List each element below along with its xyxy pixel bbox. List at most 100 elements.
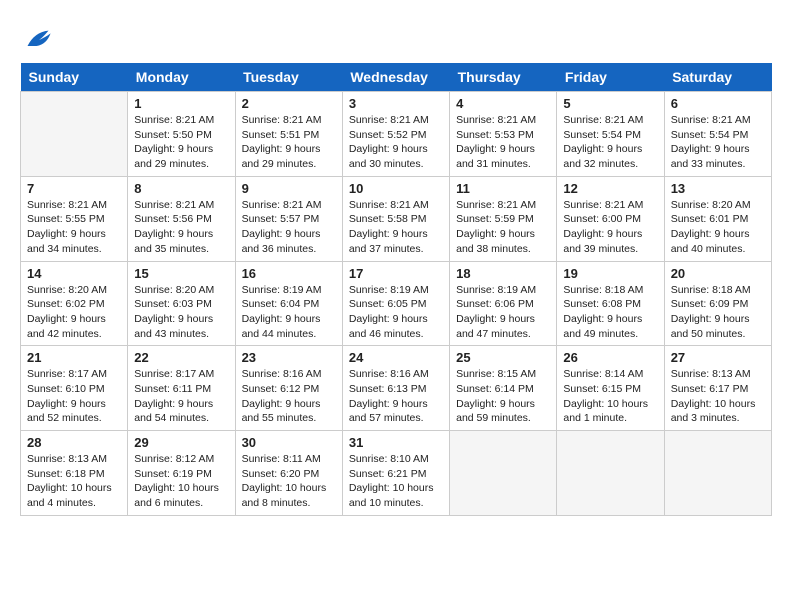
sunset-label: Sunset: 5:57 PM [242,213,320,225]
calendar-cell: 20 Sunrise: 8:18 AMSunset: 6:09 PMDayligh… [664,261,771,346]
calendar-cell: 26Sunrise: 8:14 AMSunset: 6:15 PMDayligh… [557,346,664,431]
sunrise-label: Sunrise: 8:10 AM [349,453,429,465]
day-number: 19 [563,266,657,281]
day-number: 24 [349,350,443,365]
sunset-label: Sunset: 5:52 PM [349,129,427,141]
daylight-label: Daylight: 9 hours and 55 minutes. [242,398,321,425]
daylight-label: Daylight: 10 hours and 1 minute. [563,398,648,425]
cell-content: Sunrise: 8:14 AM Sunset: 6:15 PM Daylight:… [563,367,657,426]
calendar-cell: 2Sunrise: 8:21 AMSunset: 5:51 PMDaylight… [235,92,342,177]
sunrise-label: Sunrise: 8:21 AM [349,199,429,211]
sunset-label: Sunset: 6:04 PM [242,298,320,310]
sunrise-label: Sunrise: 8:13 AM [671,368,751,380]
day-number: 29 [134,435,228,450]
calendar-cell: 17Sunrise: 8:19 AMSunset: 6:05 PMDayligh… [342,261,449,346]
calendar-cell [21,92,128,177]
sunset-label: Sunset: 6:08 PM [563,298,641,310]
day-number: 27 [671,350,765,365]
day-number: 18 [456,266,550,281]
cell-content: Sunrise: 8:21 AMSunset: 5:53 PMDaylight:… [456,113,550,172]
calendar-cell: 1 Sunrise: 8:21 AMSunset: 5:50 PMDaylight… [128,92,235,177]
day-number: 10 [349,181,443,196]
cell-content: Sunrise: 8:21 AMSunset: 5:57 PMDaylight:… [242,198,336,257]
daylight-label: Daylight: 9 hours and 49 minutes. [563,313,642,340]
daylight-label: Daylight: 9 hours and 35 minutes. [134,228,213,255]
calendar-cell: 3Sunrise: 8:21 AMSunset: 5:52 PMDaylight… [342,92,449,177]
sunrise-label: Sunrise: 8:21 AM [563,199,643,211]
calendar-cell: 14Sunrise: 8:20 AMSunset: 6:02 PMDayligh… [21,261,128,346]
day-number: 5 [563,96,657,111]
day-number: 16 [242,266,336,281]
daylight-label: Daylight: 9 hours and 59 minutes. [456,398,535,425]
daylight-label: Daylight: 10 hours and 3 minutes. [671,398,756,425]
sunrise-label: Sunrise: 8:14 AM [563,368,643,380]
cell-content: Sunrise: 8:16 AMSunset: 6:12 PMDaylight:… [242,367,336,426]
day-number: 11 [456,181,550,196]
weekday-header-thursday: Thursday [450,63,557,92]
calendar-cell [450,431,557,516]
calendar-cell: 18 Sunrise: 8:19 AMSunset: 6:06 PMDayligh… [450,261,557,346]
calendar-cell: 10 Sunrise: 8:21 AMSunset: 5:58 PMDayligh… [342,176,449,261]
cell-content: Sunrise: 8:10 AMSunset: 6:21 PMDaylight:… [349,452,443,511]
week-row-2: 7Sunrise: 8:21 AMSunset: 5:55 PMDaylight… [21,176,772,261]
sunrise-label: Sunrise: 8:21 AM [27,199,107,211]
sunrise-label: Sunrise: 8:21 AM [242,114,322,126]
calendar-cell: 16 Sunrise: 8:19 AM Sunset: 6:04 PM Dayligh… [235,261,342,346]
sunset-label: Sunset: 6:18 PM [27,468,105,480]
daylight-label: Daylight: 9 hours and 39 minutes. [563,228,642,255]
daylight-label: Daylight: 9 hours and 34 minutes. [27,228,106,255]
day-number: 1 [134,96,228,111]
sunset-label: Sunset: 6:05 PM [349,298,427,310]
daylight-label: Daylight: 9 hours and 44 minutes. [242,313,321,340]
sunset-label: Sunset: 6:15 PM [563,383,641,395]
sunset-label: Sunset: 6:10 PM [27,383,105,395]
calendar-cell: 19Sunrise: 8:18 AMSunset: 6:08 PMDayligh… [557,261,664,346]
cell-content: Sunrise: 8:21 AMSunset: 5:50 PMDaylight:… [134,113,228,172]
sunrise-label: Sunrise: 8:20 AM [27,284,107,296]
daylight-label: Daylight: 9 hours and 52 minutes. [27,398,106,425]
calendar-cell: 11 Sunrise: 8:21 AMSunset: 5:59 PMDayligh… [450,176,557,261]
sunset-label: Sunset: 6:02 PM [27,298,105,310]
daylight-label: Daylight: 9 hours and 40 minutes. [671,228,750,255]
day-number: 23 [242,350,336,365]
day-number: 22 [134,350,228,365]
sunset-label: Sunset: 6:03 PM [134,298,212,310]
week-row-4: 21Sunrise: 8:17 AMSunset: 6:10 PMDayligh… [21,346,772,431]
sunset-label: Sunset: 6:13 PM [349,383,427,395]
day-number: 25 [456,350,550,365]
day-number: 20 [671,266,765,281]
cell-content: Sunrise: 8:18 AMSunset: 6:09 PMDaylight:… [671,283,765,342]
week-row-1: 1Sunrise: 8:21 AMSunset: 5:50 PMDaylight… [21,92,772,177]
cell-content: Sunrise: 8:19 AMSunset: 6:05 PMDaylight:… [349,283,443,342]
sunrise-label: Sunrise: 8:16 AM [349,368,429,380]
weekday-header-wednesday: Wednesday [342,63,449,92]
cell-content: Sunrise: 8:19 AMSunset: 6:06 PMDaylight:… [456,283,550,342]
sunrise-label: Sunrise: 8:21 AM [456,114,536,126]
week-row-5: 28Sunrise: 8:13 AMSunset: 6:18 PMDayligh… [21,431,772,516]
cell-content: Sunrise: 8:21 AMSunset: 5:58 PMDaylight:… [349,198,443,257]
calendar-cell: 9 Sunrise: 8:21 AMSunset: 5:57 PMDaylight… [235,176,342,261]
cell-content: Sunrise: 8:21 AMSunset: 6:00 PMDaylight:… [563,198,657,257]
calendar-cell: 12Sunrise: 8:21 AMSunset: 6:00 PMDayligh… [557,176,664,261]
daylight-label: Daylight: 9 hours and 32 minutes. [563,143,642,170]
sunset-label: Sunset: 5:55 PM [27,213,105,225]
calendar-cell: 7Sunrise: 8:21 AMSunset: 5:55 PMDaylight… [21,176,128,261]
calendar-body: 1Sunrise: 8:21 AMSunset: 5:50 PMDaylight… [21,92,772,516]
logo [20,25,52,53]
sunrise-label: Sunrise: 8:19 AM [242,284,322,296]
day-number: 9 [242,181,336,196]
cell-content: Sunrise: 8:21 AMSunset: 5:52 PMDaylight:… [349,113,443,172]
daylight-label: Daylight: 9 hours and 57 minutes. [349,398,428,425]
sunrise-label: Sunrise: 8:20 AM [134,284,214,296]
day-number: 2 [242,96,336,111]
daylight-label: Daylight: 9 hours and 31 minutes. [456,143,535,170]
calendar-cell: 25Sunrise: 8:15 AMSunset: 6:14 PMDayligh… [450,346,557,431]
cell-content: Sunrise: 8:17 AMSunset: 6:11 PMDaylight:… [134,367,228,426]
calendar-cell: 29Sunrise: 8:12 AMSunset: 6:19 PMDayligh… [128,431,235,516]
daylight-label: Daylight: 9 hours and 29 minutes. [242,143,321,170]
calendar-cell: 31Sunrise: 8:10 AMSunset: 6:21 PMDayligh… [342,431,449,516]
cell-content: Sunrise: 8:13 AMSunset: 6:17 PMDaylight:… [671,367,765,426]
calendar-table: SundayMondayTuesdayWednesdayThursdayFrid… [20,63,772,516]
sunset-label: Sunset: 5:50 PM [134,129,212,141]
cell-content: Sunrise: 8:21 AMSunset: 5:59 PMDaylight:… [456,198,550,257]
